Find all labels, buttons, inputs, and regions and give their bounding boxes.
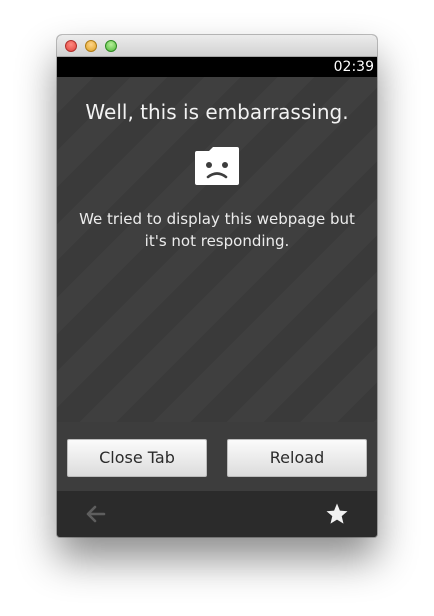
close-tab-button[interactable]: Close Tab [67, 439, 207, 477]
sad-folder-icon [195, 147, 239, 185]
status-bar: 02:39 [57, 57, 377, 77]
status-clock: 02:39 [333, 59, 374, 75]
window-titlebar [57, 35, 377, 57]
reload-button[interactable]: Reload [227, 439, 367, 477]
window-close-button[interactable] [65, 40, 77, 52]
navigation-bar [57, 491, 377, 537]
window-minimize-button[interactable] [85, 40, 97, 52]
action-bar: Close Tab Reload [57, 422, 377, 491]
error-message: We tried to display this webpage but it'… [79, 210, 355, 250]
window-maximize-button[interactable] [105, 40, 117, 52]
error-title: Well, this is embarrassing. [85, 100, 349, 124]
error-page: Well, this is embarrassing. We tried to … [57, 77, 377, 422]
app-window: 02:39 Well, this is embarrassing. We tri… [57, 35, 377, 537]
star-icon[interactable] [325, 502, 349, 526]
back-arrow-icon[interactable] [85, 503, 107, 525]
